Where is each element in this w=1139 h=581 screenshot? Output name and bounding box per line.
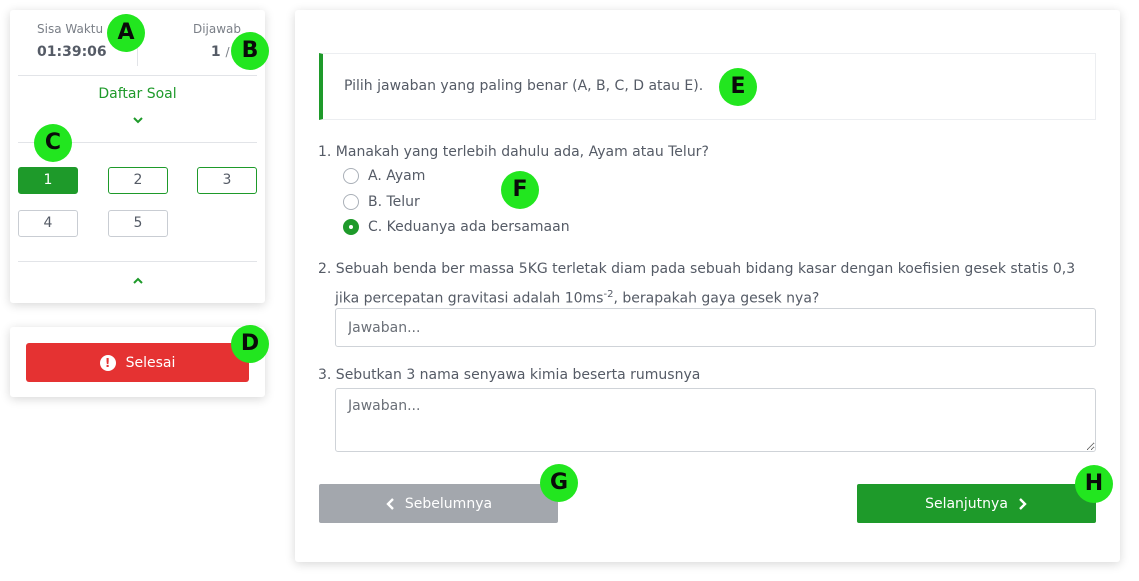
question-number-button[interactable]: 4	[18, 210, 78, 237]
question-2-line-1: 2. Sebuah benda ber massa 5KG terletak d…	[318, 261, 1076, 277]
answered-label: Dijawab	[192, 22, 241, 36]
question-1-text: 1. Manakah yang terlebih dahulu ada, Aya…	[318, 144, 709, 160]
divider	[18, 261, 257, 262]
divider	[18, 75, 257, 76]
marker-a: A	[107, 14, 145, 52]
question-2-text: 2. Sebuah benda ber massa 5KG terletak d…	[318, 257, 1075, 312]
question-list-title: Daftar Soal	[98, 86, 177, 102]
previous-button-label: Sebelumnya	[404, 495, 493, 512]
question-panel: Pilih jawaban yang paling benar (A, B, C…	[295, 10, 1120, 562]
question-2-text-part: , berapakah gaya gesek nya?	[613, 290, 820, 307]
question-number-button[interactable]: 2	[108, 167, 168, 194]
question-number-button[interactable]: 5	[108, 210, 168, 237]
option-label: A. Ayam	[368, 168, 426, 184]
radio-button-selected[interactable]	[343, 219, 359, 235]
option-label: C. Keduanya ada bersamaan	[368, 219, 570, 235]
instruction-box: Pilih jawaban yang paling benar (A, B, C…	[319, 53, 1096, 120]
finish-button-label: Selesai	[125, 354, 176, 371]
option-label: B. Telur	[368, 194, 420, 210]
option-a[interactable]: A. Ayam	[343, 168, 425, 184]
question-2-text-part: jika percepatan gravitasi adalah 10ms	[335, 290, 604, 307]
radio-button[interactable]	[343, 168, 359, 184]
question-number-button[interactable]: 3	[197, 167, 257, 194]
marker-b: B	[231, 32, 269, 70]
question-number-button[interactable]: 1	[18, 167, 78, 194]
option-b[interactable]: B. Telur	[343, 194, 420, 210]
next-button-label: Selanjutnya	[925, 495, 1008, 512]
radio-button[interactable]	[343, 194, 359, 210]
marker-f: F	[501, 171, 539, 209]
instruction-text: Pilih jawaban yang paling benar (A, B, C…	[344, 78, 704, 94]
marker-e: E	[719, 68, 757, 106]
marker-d: D	[231, 325, 269, 363]
question-list-toggle[interactable]: Daftar Soal	[10, 86, 265, 102]
chevron-left-icon	[386, 497, 394, 510]
marker-c: C	[34, 124, 72, 162]
exclamation-circle-icon: !	[99, 354, 116, 371]
answer-input-2[interactable]	[335, 308, 1096, 347]
question-3-text: 3. Sebutkan 3 nama senyawa kimia beserta…	[318, 367, 701, 383]
finish-button[interactable]: ! Selesai	[26, 343, 249, 382]
superscript: -2	[603, 289, 614, 300]
marker-g: G	[540, 464, 578, 502]
previous-button[interactable]: Sebelumnya	[319, 484, 558, 523]
next-button[interactable]: Selanjutnya	[857, 484, 1096, 523]
marker-h: H	[1075, 465, 1113, 503]
option-c[interactable]: C. Keduanya ada bersamaan	[343, 219, 570, 235]
answered-number: 1	[210, 44, 221, 60]
chevron-up-icon[interactable]	[132, 275, 144, 287]
chevron-right-icon	[1019, 497, 1027, 510]
answer-textarea-3[interactable]	[335, 388, 1096, 452]
finish-panel: ! Selesai	[10, 327, 265, 397]
chevron-down-icon[interactable]	[132, 114, 144, 126]
